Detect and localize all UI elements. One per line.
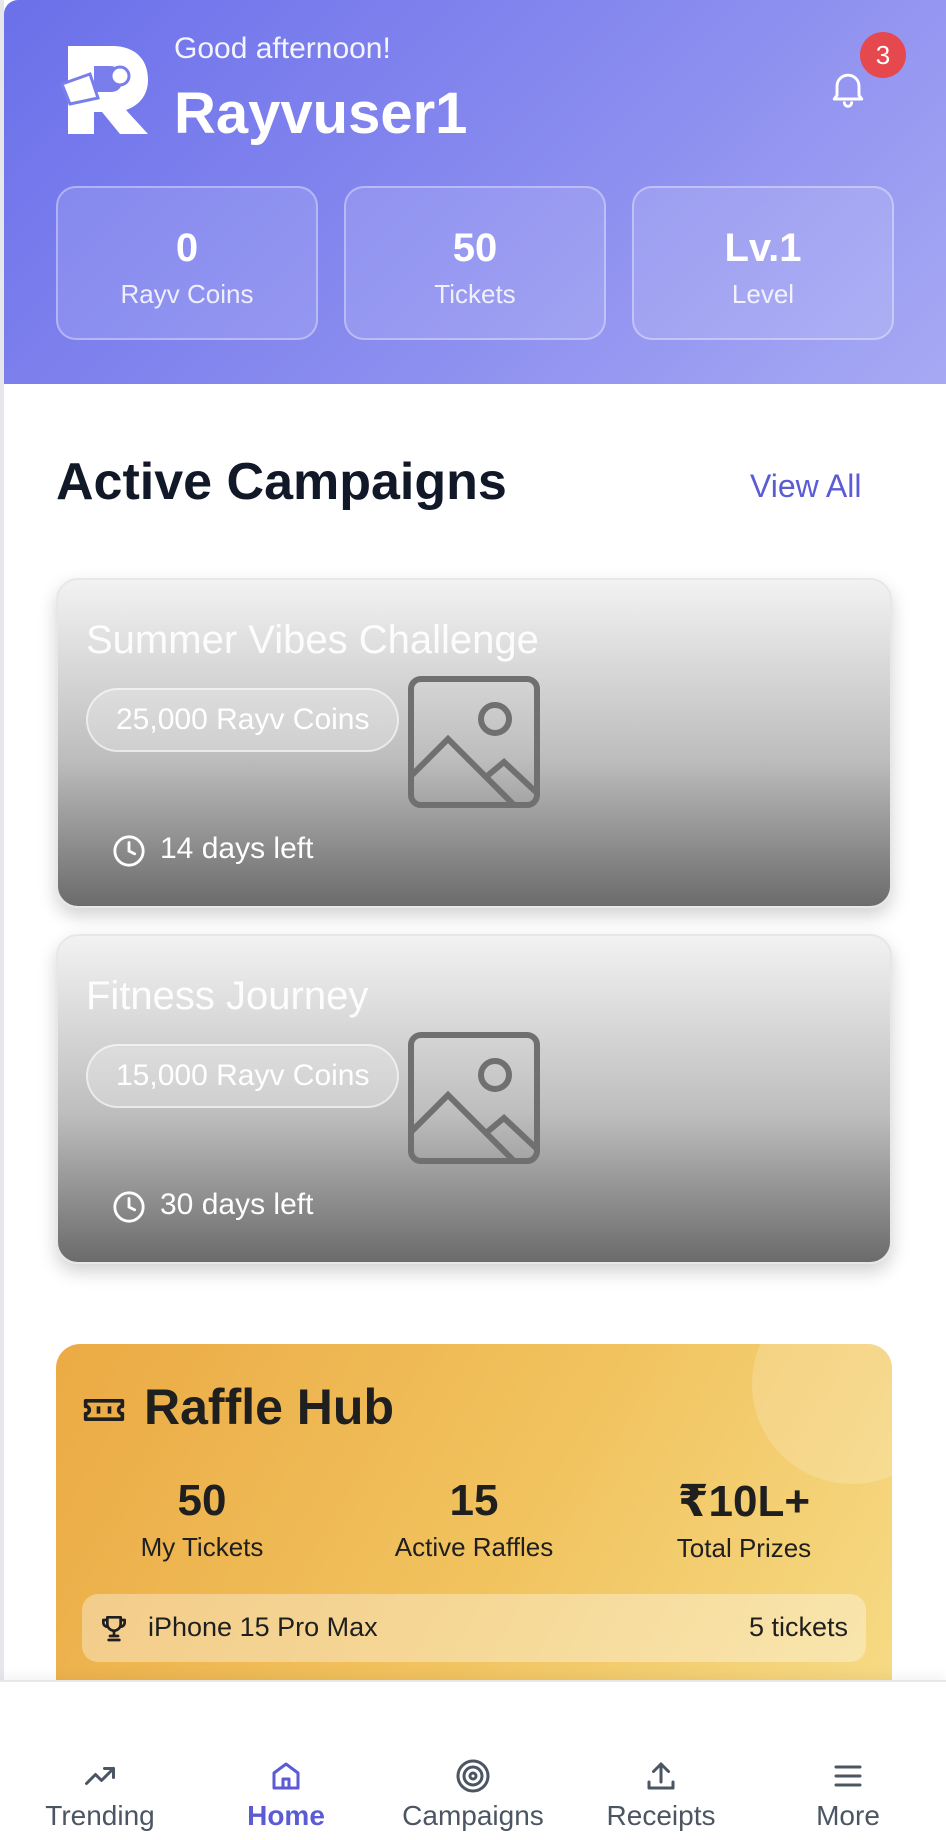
ticket-icon [83, 1399, 125, 1421]
nav-label: Trending [45, 1800, 155, 1831]
trophy-icon [102, 1616, 126, 1642]
campaign-reward-pill: 15,000 Rayv Coins [86, 1044, 400, 1108]
decorative-circle [752, 1344, 892, 1484]
raffle-stat-total-prizes: ₹10L+ Total Prizes [624, 1476, 864, 1564]
greeting-text: Good afternoon! [174, 32, 391, 65]
raffle-prize-row[interactable]: iPhone 15 Pro Max 5 tickets [82, 1594, 866, 1662]
nav-label: Home [247, 1800, 325, 1831]
raffle-stat-label: Active Raffles [394, 1532, 554, 1562]
prize-name: iPhone 15 Pro Max [148, 1612, 378, 1642]
campaign-card[interactable]: Summer Vibes Challenge 25,000 Rayv Coins… [56, 578, 892, 908]
stat-label: Level [731, 279, 795, 309]
campaign-days-left: 14 days left [160, 832, 314, 865]
nav-label: Receipts [606, 1800, 716, 1831]
profile-header: Good afternoon! Rayvuser1 3 0 Rayv Coins… [4, 0, 946, 384]
campaign-reward-pill: 25,000 Rayv Coins [86, 688, 400, 752]
stat-value: 0 [175, 226, 199, 270]
image-placeholder-icon [408, 1032, 540, 1164]
username: Rayvuser1 [174, 81, 468, 146]
stat-value: Lv.1 [724, 226, 802, 270]
stat-value: 50 [452, 226, 498, 270]
raffle-title: Raffle Hub [144, 1379, 394, 1435]
clock-icon [113, 1191, 145, 1223]
campaign-card[interactable]: Fitness Journey 15,000 Rayv Coins 30 day… [56, 934, 892, 1264]
raffle-stat-value: 15 [449, 1476, 499, 1525]
raffle-stat-value: 50 [177, 1476, 227, 1525]
stat-card-tickets: 50 Tickets [344, 186, 606, 340]
campaign-title: Fitness Journey [86, 974, 369, 1018]
upload-icon [647, 1762, 675, 1790]
menu-icon [834, 1765, 862, 1787]
clock-icon [113, 835, 145, 867]
raffle-stat-active-raffles: 15 Active Raffles [354, 1476, 594, 1563]
campaign-title: Summer Vibes Challenge [86, 618, 539, 662]
campaign-days-left: 30 days left [160, 1188, 314, 1221]
raffle-stat-my-tickets: 50 My Tickets [82, 1476, 322, 1563]
stat-label: Rayv Coins [120, 279, 254, 309]
target-icon [456, 1759, 490, 1793]
rayv-logo-icon [60, 46, 148, 134]
home-icon [272, 1762, 300, 1790]
nav-item-campaigns[interactable]: Campaigns [378, 1682, 568, 1840]
nav-label: More [816, 1800, 880, 1831]
nav-item-receipts[interactable]: Receipts [566, 1682, 756, 1840]
trending-icon [85, 1767, 115, 1785]
image-placeholder-icon [408, 676, 540, 808]
nav-label: Campaigns [402, 1800, 544, 1831]
view-all-link[interactable]: View All [750, 468, 861, 505]
bell-icon[interactable] [826, 66, 870, 110]
nav-item-home[interactable]: Home [191, 1682, 381, 1840]
raffle-hub-card[interactable]: Raffle Hub 50 My Tickets 15 Active Raffl… [56, 1344, 892, 1684]
raffle-stat-label: Total Prizes [676, 1533, 812, 1563]
raffle-stat-label: My Tickets [140, 1532, 264, 1562]
prize-tickets: 5 tickets [748, 1612, 848, 1642]
stat-card-level: Lv.1 Level [632, 186, 894, 340]
raffle-stat-value: ₹10L+ [677, 1477, 811, 1526]
stat-card-coins: 0 Rayv Coins [56, 186, 318, 340]
nav-item-trending[interactable]: Trending [5, 1682, 195, 1840]
stat-label: Tickets [434, 279, 516, 309]
section-title-active-campaigns: Active Campaigns [56, 453, 507, 511]
nav-item-more[interactable]: More [753, 1682, 943, 1840]
notification-badge: 3 [860, 32, 906, 78]
bottom-navigation: Trending Home Campaigns Receipts More [0, 1680, 946, 1840]
